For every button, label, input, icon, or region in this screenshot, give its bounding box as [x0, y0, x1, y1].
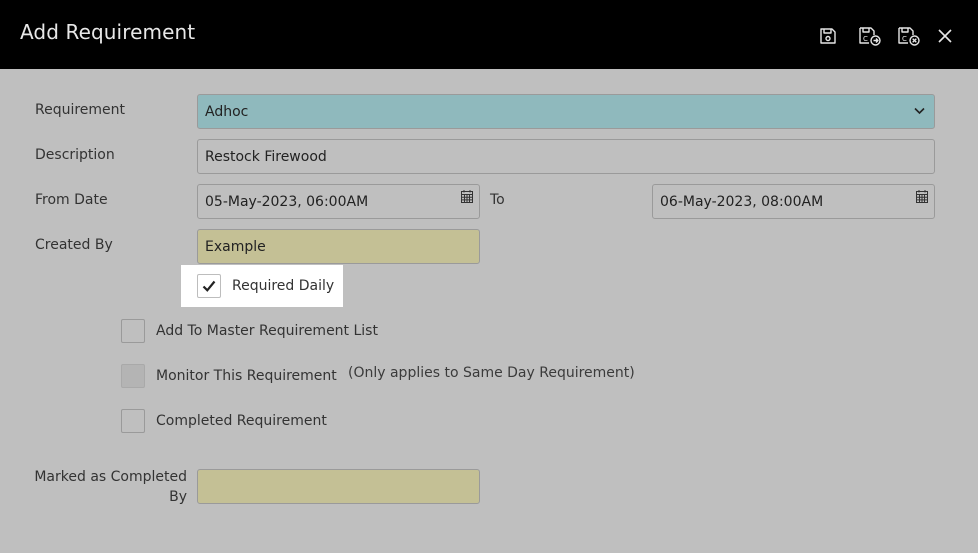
requirement-select[interactable]: Adhoc: [197, 94, 935, 129]
requirement-label: Requirement: [35, 102, 126, 118]
completed-requirement-checkbox[interactable]: [121, 409, 145, 433]
svg-text:C: C: [902, 35, 907, 43]
monitor-note: (Only applies to Same Day Requirement): [348, 365, 635, 381]
from-date-input[interactable]: 05-May-2023, 06:00AM: [197, 184, 480, 219]
description-label: Description: [35, 147, 115, 163]
required-daily-label: Required Daily: [232, 278, 335, 294]
to-date-label: To: [490, 192, 505, 208]
description-value: Restock Firewood: [205, 148, 327, 165]
created-by-value: Example: [205, 238, 266, 255]
dialog-title: Add Requirement: [20, 20, 196, 44]
from-date-value: 05-May-2023, 06:00AM: [205, 193, 369, 210]
requirement-value: Adhoc: [205, 103, 249, 120]
from-date-label: From Date: [35, 192, 108, 208]
to-date-input[interactable]: 06-May-2023, 08:00AM: [652, 184, 935, 219]
marked-completed-by-label-line1: Marked as Completed: [34, 469, 187, 485]
add-to-master-checkbox[interactable]: [121, 319, 145, 343]
chevron-down-icon: [914, 107, 925, 115]
save-and-copy-icon[interactable]: C: [856, 22, 884, 50]
add-to-master-label: Add To Master Requirement List: [156, 323, 378, 339]
marked-completed-by-label-line2: By: [169, 489, 187, 505]
marked-completed-by-field: [197, 469, 480, 504]
completed-requirement-label: Completed Requirement: [156, 413, 327, 429]
monitor-requirement-label: Monitor This Requirement: [156, 368, 337, 384]
monitor-requirement-checkbox[interactable]: [121, 364, 145, 388]
checkmark-icon: [202, 280, 216, 292]
save-and-close-icon[interactable]: C: [895, 22, 923, 50]
description-input[interactable]: Restock Firewood: [197, 139, 935, 174]
close-icon[interactable]: [931, 22, 959, 50]
calendar-icon[interactable]: [461, 190, 473, 203]
dialog-header: Add Requirement C C: [0, 0, 978, 69]
created-by-field: Example: [197, 229, 480, 264]
to-date-value: 06-May-2023, 08:00AM: [660, 193, 824, 210]
save-icon[interactable]: [814, 22, 842, 50]
created-by-label: Created By: [35, 237, 113, 253]
marked-completed-by-label: Marked as Completed By: [20, 467, 187, 507]
required-daily-checkbox[interactable]: [197, 274, 221, 298]
svg-text:C: C: [863, 35, 868, 43]
calendar-icon[interactable]: [916, 190, 928, 203]
